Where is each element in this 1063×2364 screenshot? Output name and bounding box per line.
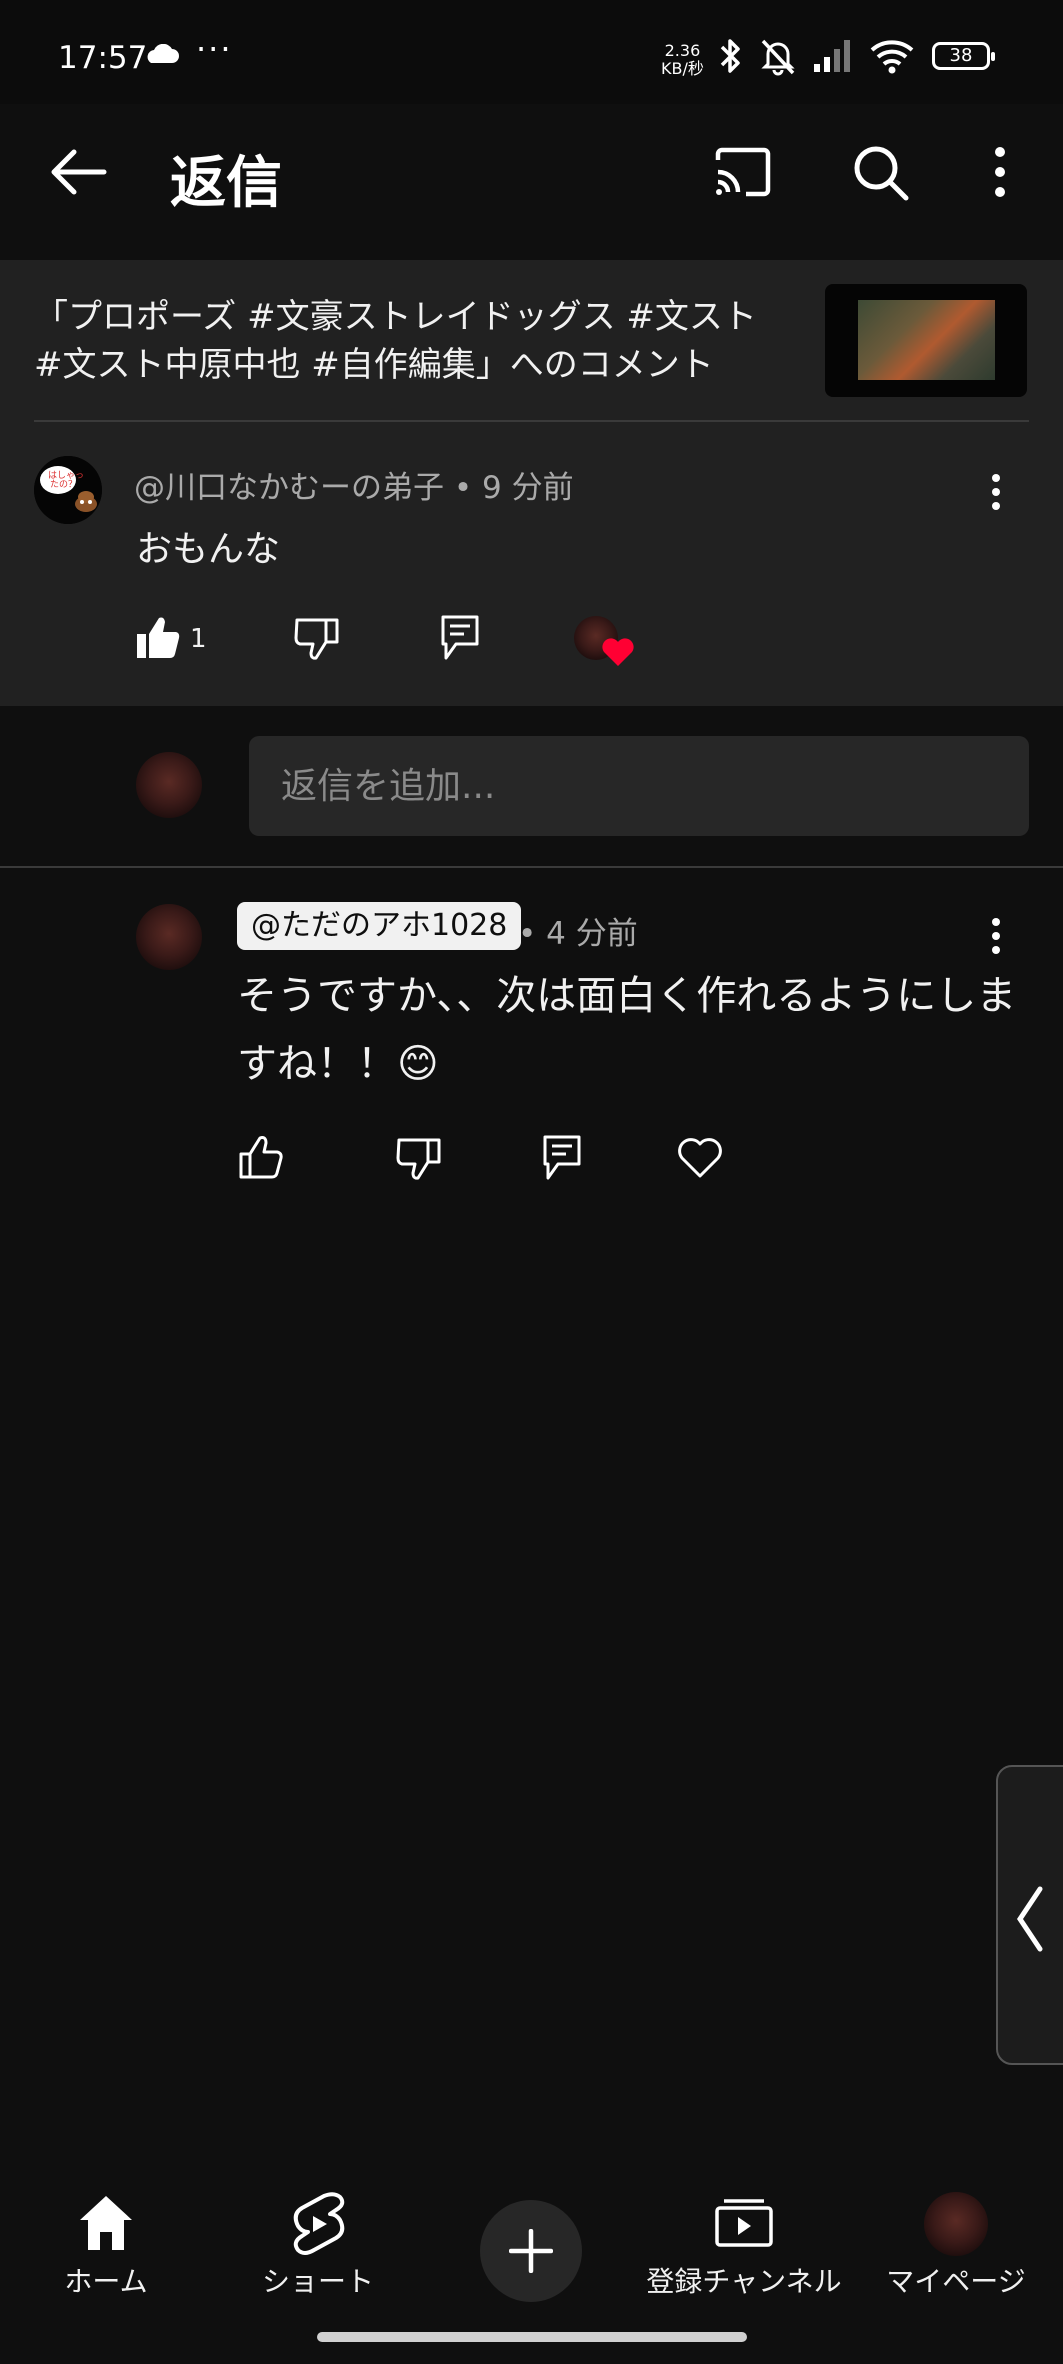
video-title[interactable]: 「プロポーズ #文豪ストレイドッグス #文スト #文スト中原中也 #自作編集」へ… xyxy=(34,293,794,389)
bell-muted-icon xyxy=(761,39,795,76)
parent-comment-more-icon[interactable] xyxy=(976,462,1016,522)
avatar xyxy=(924,2192,988,2256)
svg-text:たの？: たの？ xyxy=(50,479,77,490)
reply-meta: • 4 分前 xyxy=(518,908,638,953)
search-icon[interactable] xyxy=(852,144,910,202)
reply-comment-icon[interactable] xyxy=(440,614,480,662)
cloud-icon xyxy=(147,44,179,63)
dislike-icon[interactable] xyxy=(396,1136,442,1182)
nav-my-page[interactable]: マイページ xyxy=(876,2188,1036,2298)
more-vert-icon[interactable] xyxy=(984,144,1016,200)
parent-comment-time: 9 分前 xyxy=(482,470,574,506)
home-icon xyxy=(80,2196,132,2250)
reply-comment-icon[interactable] xyxy=(542,1134,582,1182)
parent-comment-author[interactable]: @川口なかむーの弟子 xyxy=(134,470,444,506)
signal-icon xyxy=(814,40,850,72)
add-reply-input[interactable] xyxy=(249,736,1029,836)
status-more-dots: ··· xyxy=(196,30,233,68)
reply-mention-chip[interactable]: @ただのアホ1028 xyxy=(237,902,522,950)
home-indicator xyxy=(317,2332,747,2342)
chevron-left-icon xyxy=(1016,1886,1043,1952)
network-speed-value: 2.36 xyxy=(664,41,701,60)
network-speed-unit: KB/秒 xyxy=(661,59,704,78)
nav-subscriptions-label: 登録チャンネル xyxy=(646,2265,842,2298)
divider xyxy=(34,420,1029,422)
parent-comment-text: おもんな xyxy=(136,529,281,570)
create-button[interactable] xyxy=(480,2200,582,2302)
network-speed: 2.36 KB/秒 xyxy=(661,42,704,78)
video-thumbnail[interactable] xyxy=(825,284,1027,397)
like-filled-icon[interactable] xyxy=(134,614,182,662)
reply-more-icon[interactable] xyxy=(976,906,1016,966)
cast-icon[interactable] xyxy=(712,146,774,198)
nav-home[interactable]: ホーム xyxy=(36,2188,176,2298)
parent-comment-meta: @川口なかむーの弟子 • 9 分前 xyxy=(134,462,574,507)
bluetooth-icon xyxy=(720,39,740,73)
status-time: 17:57 xyxy=(58,40,148,76)
page-title: 返信 xyxy=(170,151,282,216)
wifi-icon xyxy=(870,40,914,74)
video-thumbnail-image xyxy=(858,300,995,380)
nav-shorts[interactable]: ショート xyxy=(248,2188,388,2298)
subscriptions-icon xyxy=(715,2199,773,2247)
creator-heart-icon xyxy=(602,638,634,666)
avatar-image: はしゃっ たの？ xyxy=(34,456,102,524)
nav-shorts-label: ショート xyxy=(261,2265,374,2298)
meta-separator: • xyxy=(453,470,473,506)
nav-subscriptions[interactable]: 登録チャンネル xyxy=(636,2188,852,2298)
create-plus-icon xyxy=(509,2229,553,2273)
nav-home-label: ホーム xyxy=(64,2265,148,2298)
reply-time: 4 分前 xyxy=(546,916,638,952)
heart-outline-icon[interactable] xyxy=(676,1136,724,1180)
dislike-icon[interactable] xyxy=(294,616,340,662)
side-panel-handle[interactable] xyxy=(996,1765,1063,2065)
shorts-icon xyxy=(293,2192,345,2255)
divider xyxy=(0,866,1063,868)
reply-text: そうですか、、次は面白く作れるようにしますね！！😊 xyxy=(237,973,1017,1087)
back-arrow-icon[interactable] xyxy=(46,146,108,198)
like-icon[interactable] xyxy=(238,1134,284,1180)
battery-indicator: 38 xyxy=(932,42,995,70)
reply-author-avatar[interactable] xyxy=(136,904,202,970)
current-user-avatar xyxy=(136,752,202,818)
parent-like-count: 1 xyxy=(190,624,207,654)
meta-separator: • xyxy=(518,916,537,952)
parent-comment-avatar[interactable]: はしゃっ たの？ xyxy=(34,456,102,524)
nav-my-page-label: マイページ xyxy=(886,2265,1026,2298)
